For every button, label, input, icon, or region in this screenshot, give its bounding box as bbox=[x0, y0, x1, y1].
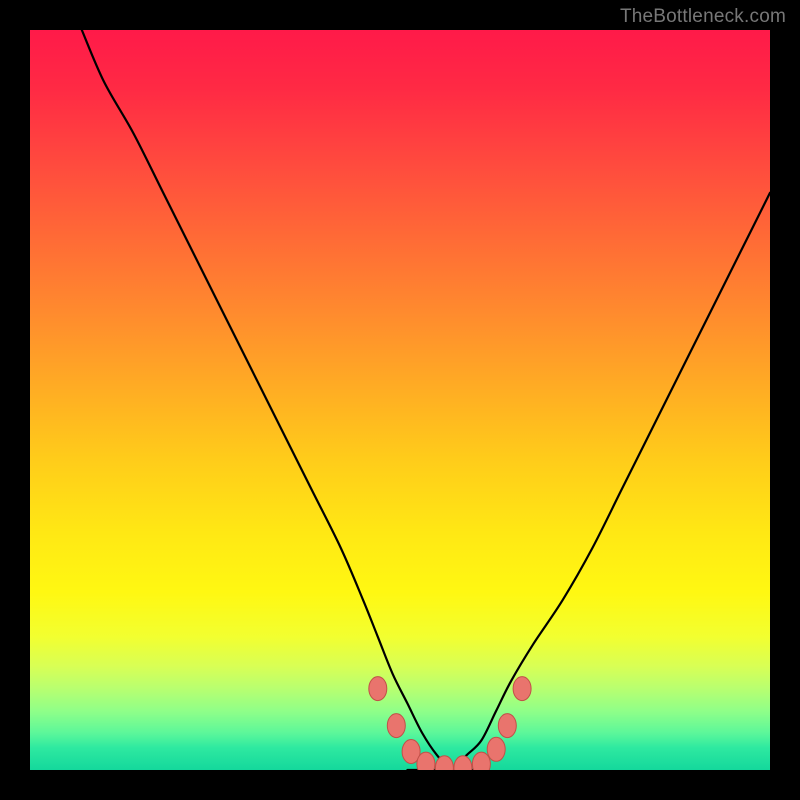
right-curve bbox=[407, 193, 770, 770]
data-point-marker bbox=[513, 677, 531, 701]
chart-frame: TheBottleneck.com bbox=[0, 0, 800, 800]
data-point-marker bbox=[498, 714, 516, 738]
watermark-text: TheBottleneck.com bbox=[620, 6, 786, 28]
chart-svg bbox=[30, 30, 770, 770]
data-point-marker bbox=[454, 756, 472, 770]
data-point-marker bbox=[487, 737, 505, 761]
data-point-marker bbox=[417, 752, 435, 770]
data-point-marker bbox=[369, 677, 387, 701]
data-point-marker bbox=[387, 714, 405, 738]
plot-area bbox=[30, 30, 770, 770]
left-curve bbox=[82, 30, 482, 770]
